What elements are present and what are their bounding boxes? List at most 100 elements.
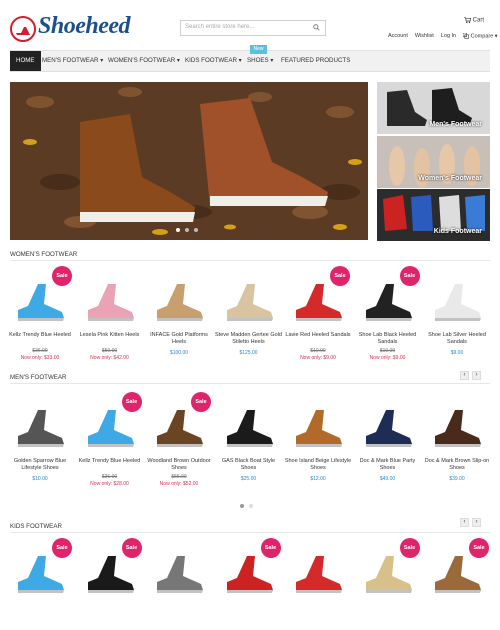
- product-card[interactable]: Sale: [76, 538, 144, 630]
- cart-label: Cart: [472, 17, 485, 24]
- product-name[interactable]: Lavie Red Heeled Sandals: [284, 332, 352, 339]
- product-card[interactable]: Lesela Pink Kitten Heels $50.00 Now only: …: [76, 268, 144, 361]
- product-image[interactable]: [356, 394, 420, 454]
- sale-badge: Sale: [52, 266, 72, 286]
- slider-dot[interactable]: [194, 228, 198, 232]
- product-card[interactable]: [145, 540, 213, 630]
- product-name[interactable]: Lesela Pink Kitten Heels: [76, 332, 144, 339]
- nav-home[interactable]: HOME: [10, 51, 41, 71]
- logo-text: Shoeheed: [38, 13, 131, 39]
- product-image[interactable]: [78, 268, 142, 328]
- product-name[interactable]: Doc & Mark Blue Party Shoes: [354, 458, 422, 472]
- search-icon[interactable]: [313, 24, 320, 31]
- product-image[interactable]: [147, 540, 211, 600]
- product-image[interactable]: [286, 394, 350, 454]
- product-price: $125.00: [239, 350, 258, 356]
- nav-mens-footwear[interactable]: MEN'S FOOTWEAR ▾: [42, 51, 103, 71]
- product-card[interactable]: [284, 540, 352, 630]
- product-name[interactable]: INFACE Gold Platforms Heels: [145, 332, 213, 346]
- site-logo[interactable]: Shoeheed: [10, 13, 150, 43]
- product-image[interactable]: [147, 268, 211, 328]
- cart-link[interactable]: Cart: [464, 17, 484, 24]
- account-link[interactable]: Account: [388, 33, 408, 39]
- product-name[interactable]: Woodland Brown Outdoor Shoes: [145, 458, 213, 472]
- new-badge: New: [250, 45, 267, 54]
- product-name[interactable]: Doc & Mark Brown Slip-on Shoes: [423, 458, 491, 472]
- product-price: $49.00: [379, 476, 396, 482]
- product-sale-price: Now only: $28.00: [90, 481, 129, 487]
- prev-arrow-button[interactable]: ‹: [460, 518, 469, 527]
- divider: [10, 532, 490, 533]
- product-card[interactable]: Sale: [423, 538, 491, 630]
- banner-womens-footwear[interactable]: Women's Footwear: [377, 136, 490, 188]
- wishlist-link[interactable]: Wishlist: [415, 33, 434, 39]
- product-card[interactable]: Sale: [215, 538, 283, 630]
- next-arrow-button[interactable]: ›: [472, 518, 481, 527]
- nav-shoes[interactable]: SHOES ▾: [247, 51, 274, 71]
- slider-dots: [176, 228, 198, 232]
- product-image[interactable]: [8, 394, 72, 454]
- sale-badge: Sale: [469, 538, 489, 558]
- product-card[interactable]: Sale: [6, 538, 74, 630]
- product-name[interactable]: GAS Black Boat Style Shoes: [215, 458, 283, 472]
- product-name[interactable]: Shoe Island Beige Lifestyle Shoes: [284, 458, 352, 472]
- search-input[interactable]: Search entire store here...: [180, 20, 326, 36]
- carousel-dot[interactable]: [249, 504, 253, 508]
- nav-womens-footwear[interactable]: WOMEN'S FOOTWEAR ▾: [108, 51, 180, 71]
- product-image[interactable]: [425, 394, 489, 454]
- carousel-dot[interactable]: [240, 504, 244, 508]
- section-title-womens: WOMEN'S FOOTWEAR: [10, 251, 78, 258]
- product-name[interactable]: Shoe Lab Silver Heeled Sandals: [423, 332, 491, 346]
- compare-link[interactable]: Compare ▾: [462, 32, 498, 39]
- sale-badge: Sale: [330, 266, 350, 286]
- product-card[interactable]: INFACE Gold Platforms Heels $100.00: [145, 268, 213, 358]
- product-image[interactable]: [425, 268, 489, 328]
- banner-kids-footwear[interactable]: Kids Footwear: [377, 189, 490, 241]
- divider: [10, 260, 490, 261]
- product-card[interactable]: Shoe Lab Silver Heeled Sandals $9.00: [423, 268, 491, 358]
- product-card[interactable]: Doc & Mark Blue Party Shoes $49.00: [354, 394, 422, 484]
- product-card[interactable]: Steve Madden Gertee Gold Stiletto Heels $…: [215, 268, 283, 358]
- sale-badge: Sale: [191, 392, 211, 412]
- product-name[interactable]: Kellz Trendy Blue Heeled: [76, 458, 144, 465]
- product-name[interactable]: Steve Madden Gertee Gold Stiletto Heels: [215, 332, 283, 346]
- next-arrow-button[interactable]: ›: [472, 371, 481, 380]
- product-card[interactable]: Sale Lavie Red Heeled Sandals $10.00 Now on…: [284, 266, 352, 361]
- slider-dot[interactable]: [176, 228, 180, 232]
- prev-arrow-button[interactable]: ‹: [460, 371, 469, 380]
- slider-dot[interactable]: [185, 228, 189, 232]
- product-price: $25.00: [240, 476, 257, 482]
- product-name[interactable]: Kellz Trendy Blue Heeled: [6, 332, 74, 339]
- product-card[interactable]: Shoe Island Beige Lifestyle Shoes $12.00: [284, 394, 352, 484]
- product-price: $9.00: [450, 350, 464, 356]
- product-old-price: $55.00: [171, 474, 187, 480]
- login-link[interactable]: Log In: [441, 33, 456, 39]
- product-card[interactable]: Sale Kellz Trendy Blue Heeled $36.00 Now on…: [6, 266, 74, 361]
- product-card[interactable]: Sale Kellz Trendy Blue Heeled $36.00 Now on…: [76, 392, 144, 487]
- product-card[interactable]: GAS Black Boat Style Shoes $25.00: [215, 394, 283, 484]
- product-old-price: $36.00: [101, 474, 118, 480]
- product-image[interactable]: [217, 394, 281, 454]
- compare-icon: [462, 32, 469, 39]
- nav-kids-footwear[interactable]: KIDS FOOTWEAR ▾: [185, 51, 242, 71]
- product-image[interactable]: [286, 540, 350, 600]
- product-name[interactable]: Shoe Lab Black Heeled Sandals: [354, 332, 422, 346]
- banner-label: Men's Footwear: [429, 121, 482, 128]
- banner-label: Women's Footwear: [418, 175, 482, 182]
- hero-slider[interactable]: [10, 82, 368, 240]
- product-image[interactable]: [217, 268, 281, 328]
- product-price: $12.00: [310, 476, 326, 482]
- shoe-logo-icon: [10, 16, 36, 42]
- nav-featured-products[interactable]: FEATURED PRODUCTS: [281, 51, 350, 71]
- product-old-price: $36.00: [32, 348, 48, 354]
- product-card[interactable]: Sale Woodland Brown Outdoor Shoes $55.00 No…: [145, 392, 213, 487]
- sale-badge: Sale: [399, 266, 420, 286]
- product-name[interactable]: Golden Sparrow Blue Lifestyle Shoes: [6, 458, 74, 472]
- product-card[interactable]: Doc & Mark Brown Slip-on Shoes $39.00: [423, 394, 491, 484]
- product-price: $10.00: [32, 476, 48, 482]
- hero-boots-image: [10, 82, 368, 240]
- product-card[interactable]: Sale Shoe Lab Black Heeled Sandals $10.00 N…: [354, 266, 422, 361]
- product-card[interactable]: Golden Sparrow Blue Lifestyle Shoes $10.0…: [6, 394, 74, 484]
- product-card[interactable]: Sale: [354, 538, 422, 630]
- banner-mens-footwear[interactable]: Men's Footwear: [377, 82, 490, 134]
